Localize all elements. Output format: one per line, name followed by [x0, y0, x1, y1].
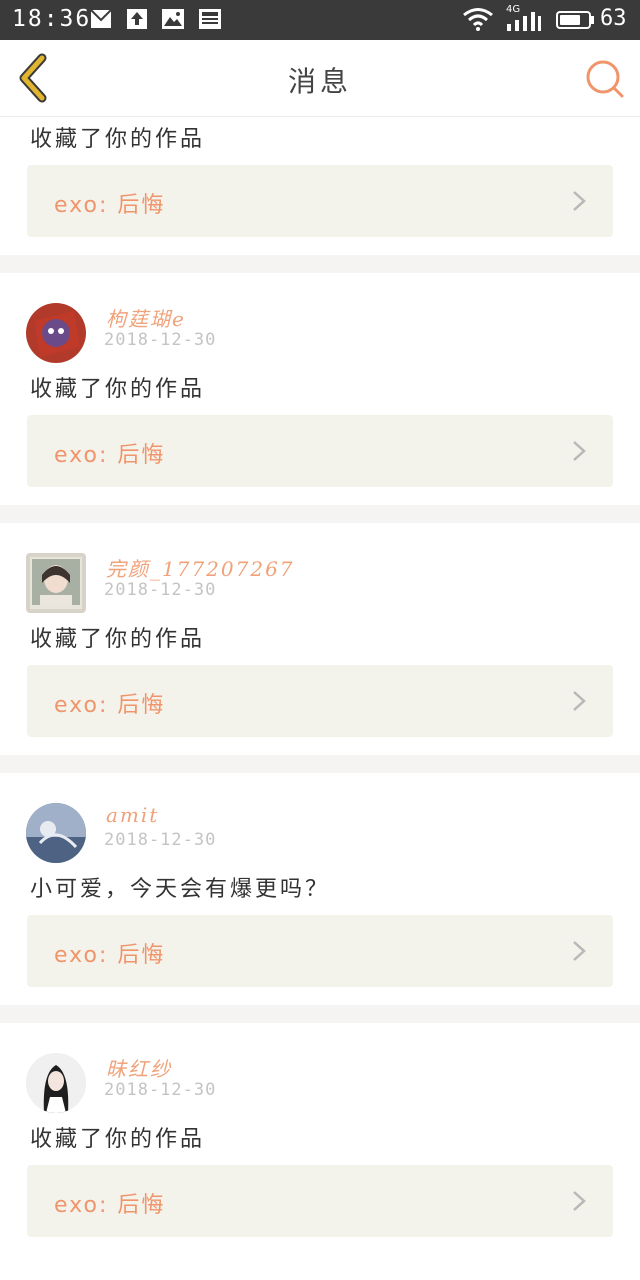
avatar[interactable] — [26, 303, 86, 363]
chevron-right-icon — [573, 1191, 586, 1211]
divider — [0, 255, 640, 273]
message-text: 收藏了你的作品 — [30, 627, 206, 652]
search-icon[interactable] — [582, 56, 628, 102]
username[interactable]: 昧红纱 — [106, 1053, 172, 1082]
message-feed: 收藏了你的作品 exo: 后悔 枸莛瑚e 2018-12-30 收藏了你的作品 — [0, 117, 640, 1255]
divider — [0, 505, 640, 523]
message-item: 收藏了你的作品 exo: 后悔 — [0, 117, 640, 255]
signal-icon — [507, 12, 541, 31]
status-time: 18:36 — [12, 6, 92, 32]
work-title: exo: 后悔 — [54, 943, 166, 968]
upload-icon — [127, 9, 147, 29]
username[interactable]: 枸莛瑚e — [106, 303, 186, 332]
divider — [0, 755, 640, 773]
battery-level: 63 — [600, 6, 627, 31]
work-card[interactable]: exo: 后悔 — [27, 1165, 613, 1237]
image-icon — [162, 9, 184, 29]
message-text: 收藏了你的作品 — [30, 377, 206, 402]
mail-icon — [90, 9, 112, 28]
message-item: 完颜_177207267 2018-12-30 收藏了你的作品 exo: 后悔 — [0, 523, 640, 755]
wifi-icon — [463, 8, 493, 31]
avatar[interactable] — [26, 1053, 86, 1113]
divider — [0, 1005, 640, 1023]
message-text: 收藏了你的作品 — [30, 1127, 206, 1152]
avatar[interactable] — [26, 803, 86, 863]
message-date: 2018-12-30 — [104, 1080, 217, 1100]
username[interactable]: amit — [106, 803, 159, 827]
work-card[interactable]: exo: 后悔 — [27, 415, 613, 487]
message-date: 2018-12-30 — [104, 580, 217, 600]
work-title: exo: 后悔 — [54, 443, 166, 468]
work-card[interactable]: exo: 后悔 — [27, 165, 613, 237]
work-title: exo: 后悔 — [54, 1193, 166, 1218]
message-text: 收藏了你的作品 — [30, 127, 206, 152]
news-icon — [199, 9, 221, 29]
message-date: 2018-12-30 — [104, 330, 217, 350]
chevron-right-icon — [573, 441, 586, 461]
work-title: exo: 后悔 — [54, 693, 166, 718]
chevron-right-icon — [573, 691, 586, 711]
message-text: 小可爱，今天会有爆更吗？ — [30, 877, 331, 902]
battery-icon — [556, 11, 594, 29]
chevron-right-icon — [573, 191, 586, 211]
message-date: 2018-12-30 — [104, 830, 217, 850]
message-item: 枸莛瑚e 2018-12-30 收藏了你的作品 exo: 后悔 — [0, 273, 640, 505]
work-title: exo: 后悔 — [54, 193, 166, 218]
chevron-right-icon — [573, 941, 586, 961]
avatar[interactable] — [26, 553, 86, 613]
status-bar: 18:36 4G 63 — [0, 0, 640, 40]
message-item: amit 2018-12-30 小可爱，今天会有爆更吗？ exo: 后悔 — [0, 773, 640, 1005]
app-header: 消息 — [0, 40, 640, 117]
work-card[interactable]: exo: 后悔 — [27, 665, 613, 737]
page-title: 消息 — [287, 65, 352, 98]
username[interactable]: 完颜_177207267 — [106, 553, 295, 582]
message-item: 昧红纱 2018-12-30 收藏了你的作品 exo: 后悔 — [0, 1023, 640, 1255]
work-card[interactable]: exo: 后悔 — [27, 915, 613, 987]
